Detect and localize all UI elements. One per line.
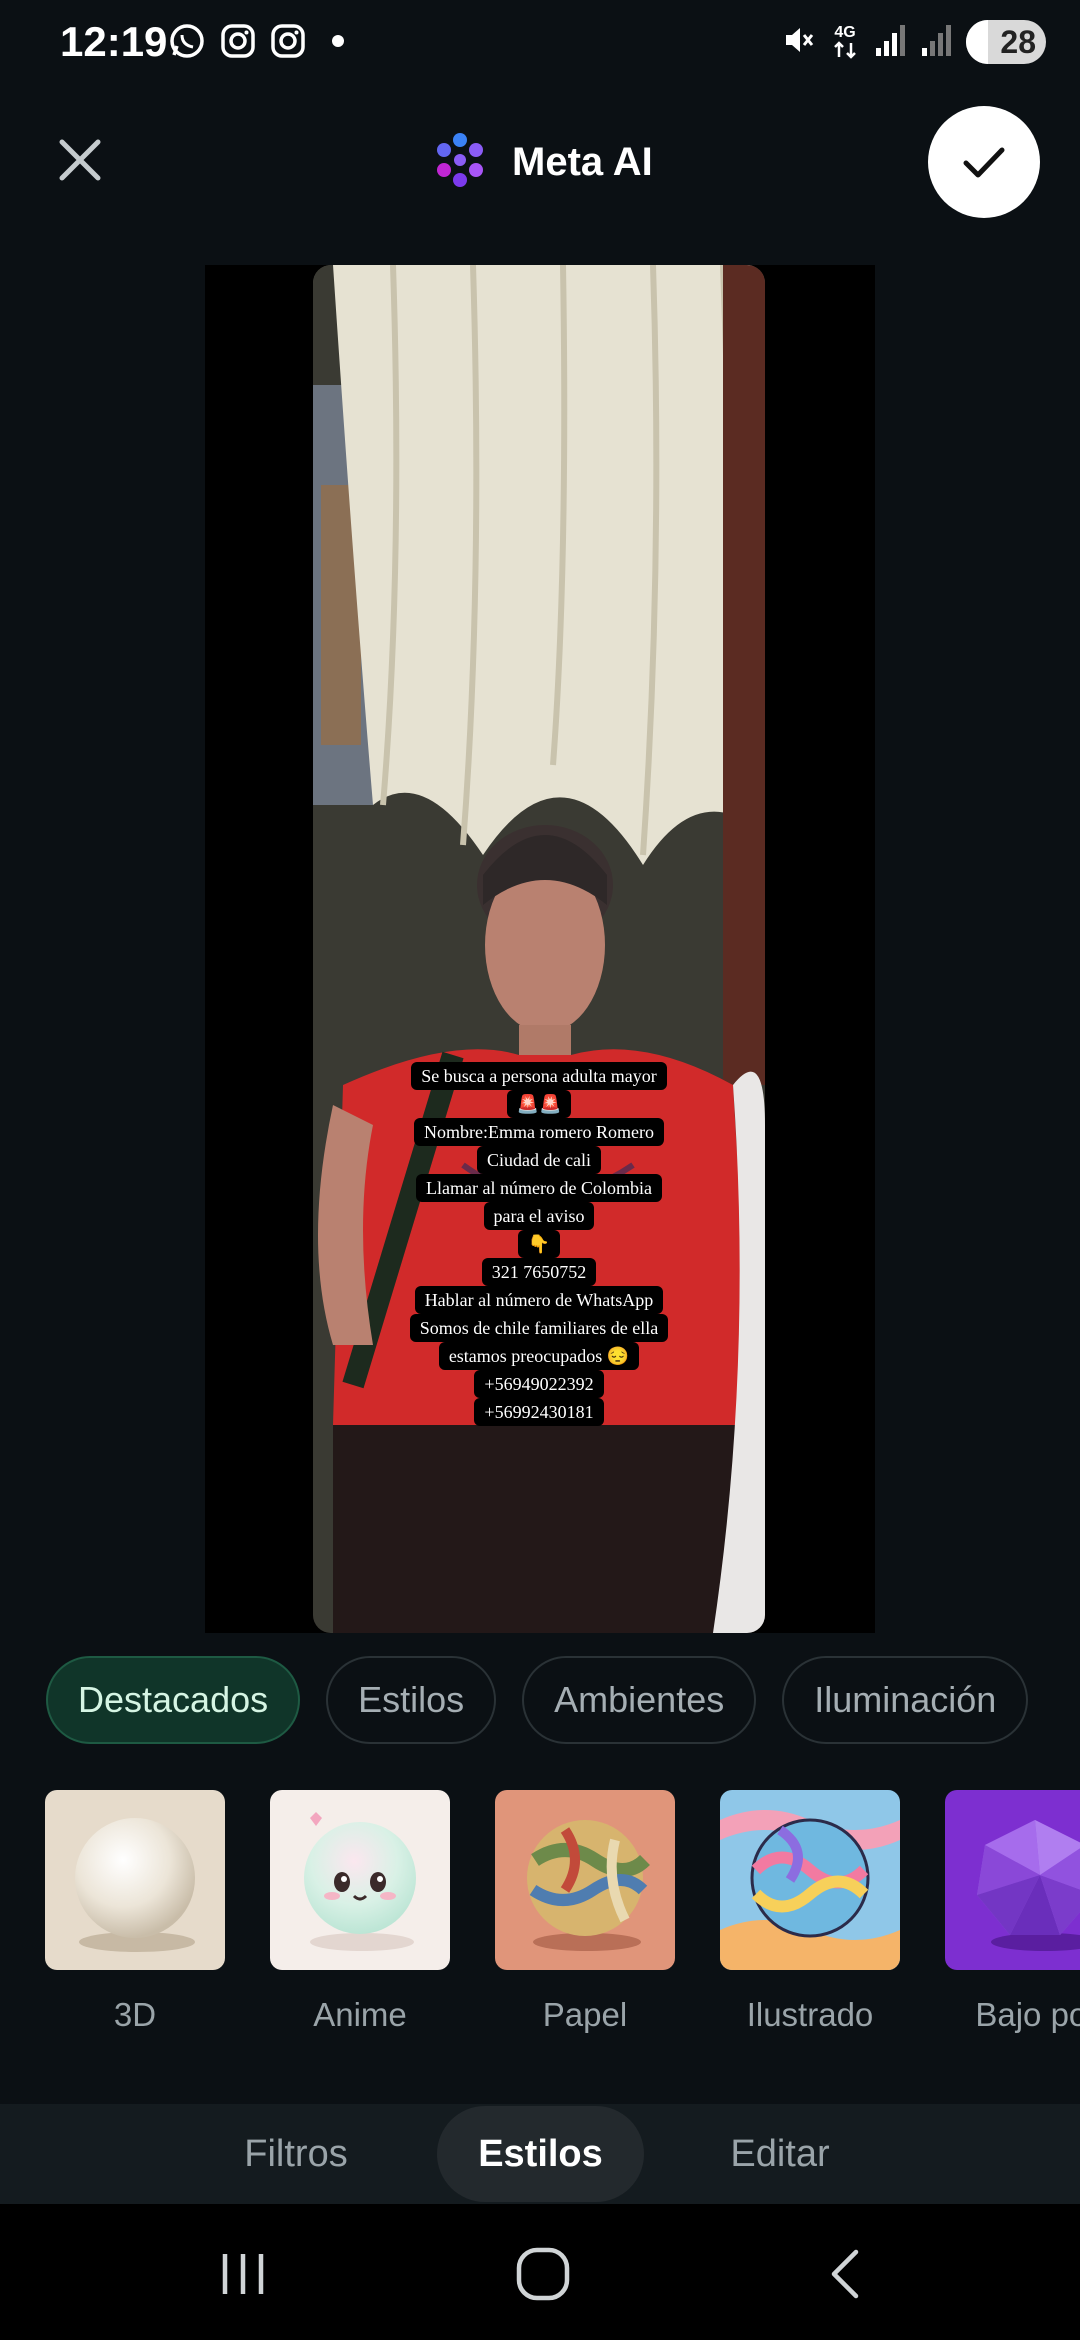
status-right: 4G 28 (780, 20, 1046, 64)
overlay-text-line: Llamar al número de Colombia (416, 1174, 662, 1202)
battery-icon: 28 (966, 20, 1046, 64)
overlay-text-line: 🚨🚨 (506, 1090, 572, 1118)
preview-photo: Se busca a persona adulta mayor 🚨🚨 Nombre:… (313, 265, 765, 1633)
overlay-text-line: Nombre:Emma romero Romero (414, 1118, 664, 1146)
header-title: Meta AI (430, 130, 653, 195)
overlay-text-line: +56992430181 (474, 1398, 604, 1426)
style-list: 3D Anime Papel Ilustrado Bajo pol (45, 1790, 1080, 2034)
notification-dot-icon (320, 23, 356, 59)
status-app-icons (168, 22, 356, 60)
close-button[interactable] (50, 130, 110, 190)
mute-icon (780, 22, 816, 63)
anime-sphere-thumbnail (270, 1790, 450, 1970)
recents-button[interactable] (203, 2234, 283, 2314)
image-preview-frame: Se busca a persona adulta mayor 🚨🚨 Nombre:… (205, 265, 875, 1633)
network-4g-label: 4G (834, 24, 855, 41)
style-option-anime[interactable]: Anime (270, 1790, 450, 2034)
instagram-icon (270, 23, 306, 59)
signal-icon (874, 22, 906, 63)
style-label: Anime (313, 1996, 407, 2033)
category-tab-iluminaci-n[interactable]: Iluminación (782, 1656, 1029, 1744)
meta-ai-editor-screen: 12:19 4G 28 Meta AI Se busca a persona a… (0, 0, 1080, 2340)
style-label: Bajo pol (975, 1996, 1080, 2033)
close-icon (59, 139, 101, 181)
battery-level: 28 (1000, 23, 1036, 60)
instagram-icon (220, 23, 256, 59)
bottom-tab-bar: Filtros Estilos Editar (0, 2104, 1080, 2204)
status-time: 12:19 (60, 18, 168, 65)
back-button[interactable] (806, 2234, 886, 2314)
recents-icon (222, 2254, 264, 2294)
style-option-papel[interactable]: Papel (495, 1790, 675, 2034)
overlay-text-line: +56949022392 (474, 1370, 604, 1398)
style-option-ilustrado[interactable]: Ilustrado (720, 1790, 900, 2034)
tab-filtros[interactable]: Filtros (196, 2106, 396, 2202)
page-title: Meta AI (512, 140, 653, 184)
overlay-text-line: para el aviso (483, 1202, 595, 1230)
style-option-3d[interactable]: 3D (45, 1790, 225, 2034)
overlay-text-line: 321 7650752 (481, 1258, 597, 1286)
style-label: 3D (113, 1996, 157, 2033)
category-tab-estilos[interactable]: Estilos (326, 1656, 497, 1744)
whatsapp-icon (168, 22, 206, 60)
category-tab-ambientes[interactable]: Ambientes (522, 1656, 757, 1744)
style-label: Papel (542, 1996, 628, 2033)
tab-estilos[interactable]: Estilos (437, 2106, 644, 2202)
paper-sphere-thumbnail (495, 1790, 675, 1970)
illustrated-sphere-thumbnail (720, 1790, 900, 1970)
overlay-text-line: Somos de chile familiares de ella (409, 1314, 669, 1342)
back-icon (831, 2249, 859, 2299)
low-poly-sphere-thumbnail (945, 1790, 1080, 1970)
home-icon (516, 2247, 570, 2301)
system-navigation-bar (0, 2204, 1080, 2340)
missing-person-text-overlay: Se busca a persona adulta mayor 🚨🚨 Nombre:… (313, 1062, 765, 1426)
category-tabs: Destacados Estilos Ambientes Iluminación (46, 1656, 1029, 1744)
style-option-bajo-pol[interactable]: Bajo pol (945, 1790, 1080, 2034)
overlay-text-line: Hablar al número de WhatsApp (414, 1286, 664, 1314)
tab-editar[interactable]: Editar (680, 2106, 880, 2202)
overlay-text-line: Ciudad de cali (477, 1146, 601, 1174)
network-4g-icon: 4G (830, 21, 860, 64)
overlay-text-line: 👇 (517, 1230, 561, 1258)
3d-sphere-thumbnail (45, 1790, 225, 1970)
style-label: Ilustrado (746, 1996, 874, 2033)
photo-illustration (313, 265, 765, 1633)
meta-ai-logo-icon (430, 130, 490, 195)
confirm-button[interactable] (928, 106, 1040, 218)
overlay-text-line: Se busca a persona adulta mayor (411, 1062, 667, 1090)
overlay-text-line: estamos preocupados 😔 (438, 1342, 640, 1370)
home-button[interactable] (503, 2234, 583, 2314)
battery-level-fill (966, 20, 989, 64)
check-icon (963, 147, 1005, 178)
status-bar: 12:19 4G 28 (0, 0, 1080, 90)
category-tab-destacados[interactable]: Destacados (46, 1656, 301, 1744)
signal-icon (920, 22, 952, 63)
